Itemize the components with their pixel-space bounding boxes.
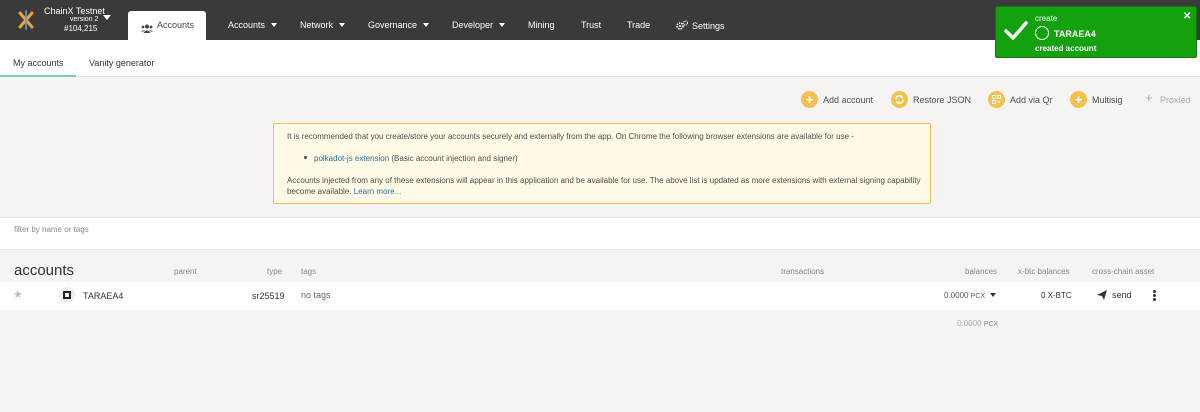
account-type: sr25519 <box>252 291 285 301</box>
learn-more-link[interactable]: Learn more... <box>354 187 402 196</box>
users-icon <box>141 20 153 38</box>
extension-description: (Basic account injection and signer) <box>389 154 518 163</box>
accounts-table-title: accounts <box>14 262 75 279</box>
polkadot-extension-link[interactable]: polkadot-js extension <box>314 154 389 163</box>
banner-note: Accounts injected from any of these exte… <box>287 175 927 197</box>
account-tags[interactable]: no tags <box>301 290 331 300</box>
col-cross-chain-asset: cross-chain asset <box>1092 267 1155 276</box>
account-identicon <box>1035 26 1049 40</box>
subtab-vanity-generator[interactable]: Vanity generator <box>89 58 154 68</box>
nav-settings-label: Settings <box>692 21 725 31</box>
plus-icon: + <box>1145 90 1153 105</box>
nav-trade[interactable]: Trade <box>627 20 650 30</box>
chain-name[interactable]: ChainX Testnet <box>44 6 105 16</box>
qrcode-icon <box>988 91 1005 108</box>
balance-value: 0.0000 <box>944 291 969 300</box>
block-number: #104,215 <box>64 24 98 33</box>
account-balance[interactable]: 0.0000 PCX <box>944 291 997 300</box>
gears-icon <box>676 20 689 32</box>
nav-network[interactable]: Network <box>300 20 346 30</box>
proxied-label: Proxied <box>1160 95 1191 105</box>
nav-governance-label: Governance <box>368 20 418 30</box>
send-label: send <box>1112 290 1132 300</box>
star-icon[interactable]: ★ <box>13 288 23 301</box>
table-row: ★ TARAEA4 sr25519 no tags 0.0000 PCX 0 X… <box>0 282 1200 310</box>
nav-developer-label: Developer <box>452 20 494 30</box>
plus-icon: + <box>801 91 818 108</box>
tab-accounts-active[interactable]: Accounts <box>128 11 206 40</box>
subtab-my-accounts[interactable]: My accounts <box>13 58 64 68</box>
xbtc-balance: 0 X-BTC <box>1041 291 1072 300</box>
filter-input[interactable]: filter by name or tags <box>0 217 1200 250</box>
more-options-icon[interactable] <box>1150 290 1158 302</box>
nav-settings[interactable]: Settings <box>676 20 725 32</box>
toast-account: TARAEA4 <box>1054 29 1096 39</box>
nav-governance[interactable]: Governance <box>368 20 430 30</box>
filter-placeholder: filter by name or tags <box>14 225 89 234</box>
nav-trust[interactable]: Trust <box>581 20 601 30</box>
col-xbtc-balances: x-btc balances <box>1018 267 1070 276</box>
col-transactions: transactions <box>781 267 825 276</box>
total-balance: 0.0000 PCX <box>957 319 998 328</box>
nav-mining[interactable]: Mining <box>528 20 555 30</box>
chevron-down-icon <box>990 293 997 297</box>
chevron-down-icon <box>423 23 430 27</box>
nav-developer[interactable]: Developer <box>452 20 506 30</box>
col-balances: balances <box>965 267 998 276</box>
plus-icon: + <box>1070 91 1087 108</box>
chain-version: version 2 <box>70 16 99 23</box>
col-tags: tags <box>301 267 317 276</box>
active-subtab-indicator <box>0 75 76 77</box>
chain-logo-icon[interactable] <box>16 10 36 30</box>
banner-intro-text: It is recommended that you create/store … <box>287 132 854 141</box>
status-toast: create TARAEA4 created account ✕ <box>995 6 1197 58</box>
toast-action: create <box>1035 14 1058 23</box>
total-value: 0.0000 <box>957 319 982 328</box>
checkmark-icon <box>1004 21 1028 46</box>
chevron-down-icon <box>339 23 346 27</box>
col-type: type <box>267 267 283 276</box>
sync-icon <box>891 91 908 108</box>
chevron-down-icon <box>271 23 278 27</box>
chain-dropdown-icon[interactable] <box>103 15 111 20</box>
paper-plane-icon <box>1097 290 1107 300</box>
balance-unit: PCX <box>970 293 986 300</box>
tab-accounts-label: Accounts <box>157 20 195 30</box>
account-identicon[interactable] <box>59 287 75 303</box>
multisig-label: Multisig <box>1092 95 1123 105</box>
extension-info-banner: It is recommended that you create/store … <box>273 123 931 204</box>
total-unit: PCX <box>983 321 999 328</box>
restore-json-label: Restore JSON <box>913 95 972 105</box>
toast-message: created account <box>1035 44 1097 53</box>
chevron-down-icon <box>499 23 506 27</box>
nav-network-label: Network <box>300 20 334 30</box>
nav-accounts[interactable]: Accounts <box>228 20 278 30</box>
close-icon[interactable]: ✕ <box>1183 11 1191 22</box>
nav-accounts-label: Accounts <box>228 20 266 30</box>
col-parent: parent <box>174 267 197 276</box>
send-button[interactable]: send <box>1097 290 1132 300</box>
add-account-label: Add account <box>823 95 874 105</box>
account-name[interactable]: TARAEA4 <box>83 291 123 301</box>
banner-extension-item: polkadot-js extension (Basic account inj… <box>314 154 518 163</box>
add-via-qr-label: Add via Qr <box>1010 95 1053 105</box>
bullet-icon <box>304 156 307 159</box>
